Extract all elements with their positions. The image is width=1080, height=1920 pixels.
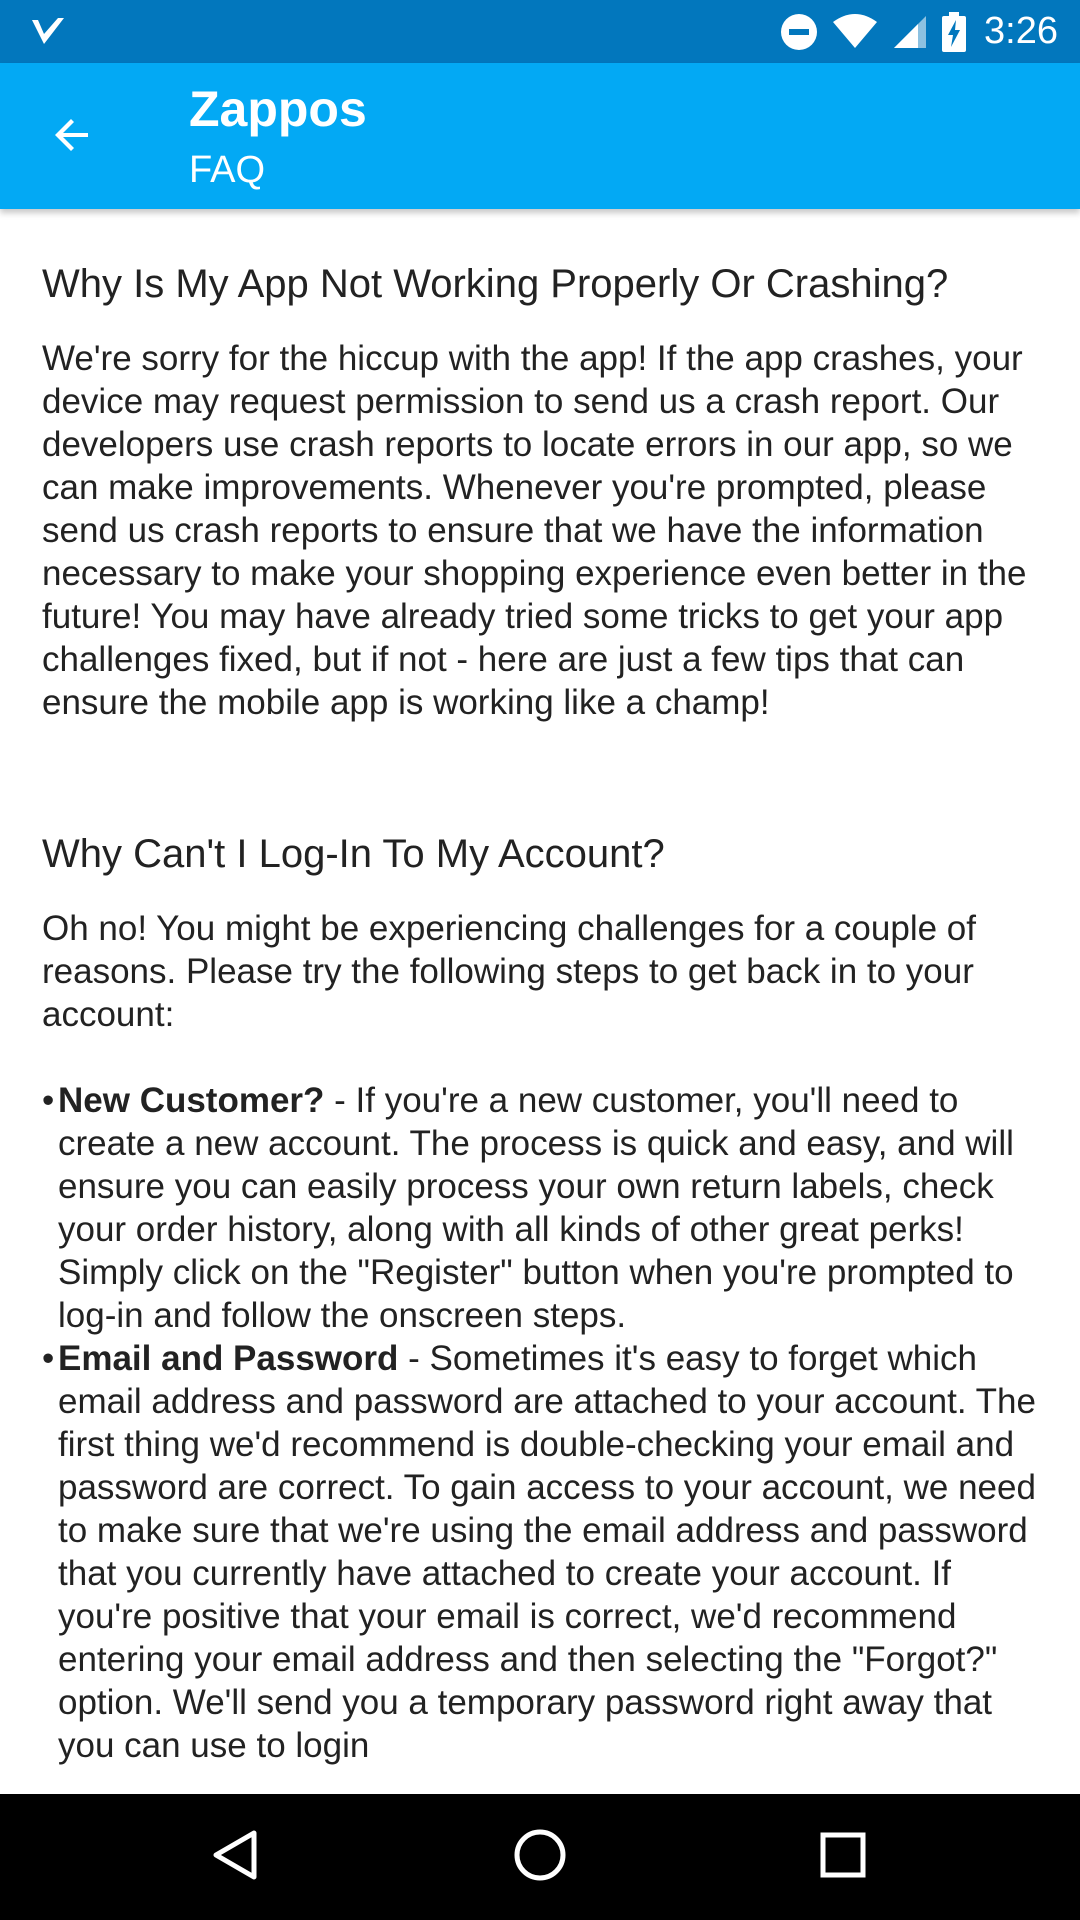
bullet-dot: • [42, 1339, 55, 1378]
bullet-heading: New Customer? [58, 1081, 325, 1120]
faq-answer: We're sorry for the hiccup with the app!… [42, 339, 1027, 722]
faq-item-login: Why Can't I Log-In To My Account? Oh no!… [42, 829, 1038, 1767]
back-button[interactable] [36, 101, 108, 173]
list-item: • New Customer? - If you're a new custom… [42, 1079, 1038, 1337]
battery-charging-icon [942, 11, 967, 52]
faq-question: Why Can't I Log-In To My Account? [42, 832, 665, 876]
faq-question: Why Is My App Not Working Properly Or Cr… [42, 262, 949, 306]
nav-recents-button[interactable] [808, 1822, 878, 1892]
status-bar: 3:26 [0, 0, 1080, 63]
nav-back-button[interactable] [200, 1822, 270, 1892]
bullet-text: - Sometimes it's easy to forget which em… [58, 1339, 1036, 1765]
faq-intro: Oh no! You might be experiencing challen… [42, 909, 976, 1034]
back-triangle-icon [210, 1829, 260, 1886]
faq-spacer [42, 724, 1038, 829]
home-circle-icon [513, 1828, 567, 1887]
do-not-disturb-icon [780, 13, 818, 51]
bullet-dot: • [42, 1081, 55, 1120]
app-subtitle: FAQ [189, 149, 266, 191]
status-time: 3:26 [984, 10, 1058, 52]
recents-square-icon [819, 1831, 867, 1884]
wifi-icon [832, 13, 878, 50]
list-item: • Email and Password - Sometimes it's ea… [42, 1337, 1038, 1767]
status-icons: 3:26 [780, 0, 1058, 63]
faq-item-crashing: Why Is My App Not Working Properly Or Cr… [42, 259, 1038, 724]
app-title: Zappos [189, 81, 367, 137]
nav-home-button[interactable] [505, 1822, 575, 1892]
bullet-list: • New Customer? - If you're a new custom… [42, 1079, 1038, 1767]
navigation-bar [0, 1794, 1080, 1920]
arrow-back-icon [48, 111, 96, 164]
check-notification-icon [28, 12, 68, 52]
app-bar: Zappos FAQ [0, 63, 1080, 209]
faq-content[interactable]: Why Is My App Not Working Properly Or Cr… [0, 209, 1080, 1794]
bullet-heading: Email and Password [58, 1339, 399, 1378]
cellular-signal-icon [892, 14, 928, 50]
